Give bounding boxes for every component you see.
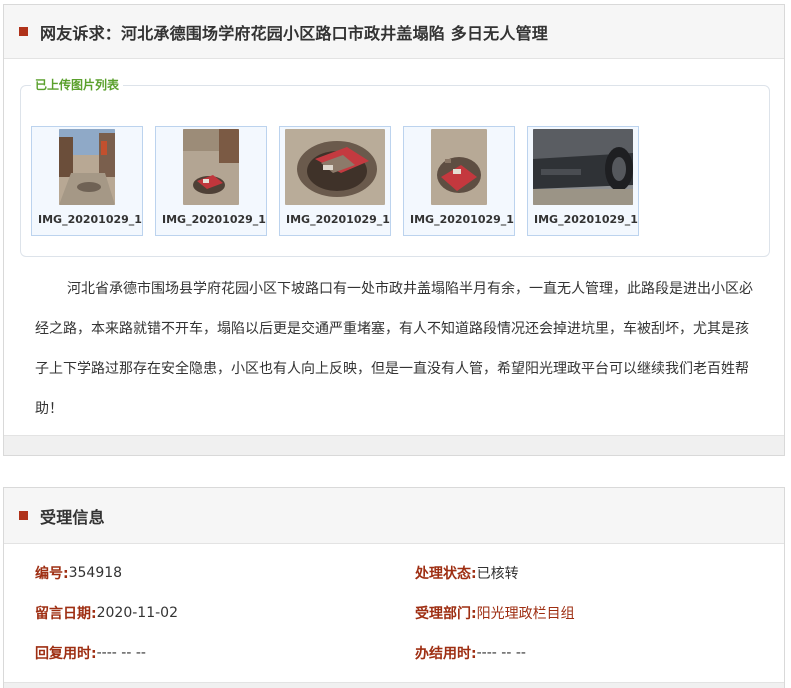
info-row: 编号: 354918 处理状态: 已核转 <box>4 553 786 593</box>
info-row: 回复用时: ---- -- -- 办结用时: ---- -- -- <box>4 633 786 673</box>
image-thumbnail-label: IMG_20201029_1 <box>162 213 266 226</box>
complaint-panel-footer <box>4 435 784 455</box>
finish-time-value: ---- -- -- <box>476 645 526 661</box>
image-thumbnail[interactable]: IMG_20201029_1 <box>155 126 267 236</box>
complaint-panel: 网友诉求：河北承德围场学府花园小区路口市政井盖塌陷 多日无人管理 已上传图片列表 <box>3 4 785 456</box>
image-thumbnail-list: IMG_20201029_1 IMG_20201029_1 IMG_202010… <box>31 126 651 236</box>
status-value: 已核转 <box>476 566 519 582</box>
header-square-icon <box>19 511 28 520</box>
image-thumbnail-label: IMG_20201029_1 <box>38 213 142 226</box>
image-thumbnail-label: IMG_20201029_1 <box>534 213 638 226</box>
street-photo-image[interactable] <box>59 129 115 205</box>
finish-time-field: 办结用时: ---- -- -- <box>415 633 526 673</box>
uploaded-images-box: 已上传图片列表 IMG_20201029_1 IMG_20201029_1 IM… <box>20 77 770 257</box>
dept-link[interactable]: 阳光理政栏目组 <box>477 603 575 623</box>
image-thumbnail[interactable]: IMG_20201029_1 <box>31 126 143 236</box>
status-label: 处理状态: <box>415 566 477 582</box>
reply-time-field: 回复用时: ---- -- -- <box>35 633 146 673</box>
number-field: 编号: 354918 <box>35 553 122 593</box>
status-field: 处理状态: 已核转 <box>415 553 519 593</box>
dept-field: 受理部门: 阳光理政栏目组 <box>415 593 575 633</box>
finish-time-label: 办结用时: <box>415 646 477 662</box>
info-row: 留言日期: 2020-11-02 受理部门: 阳光理政栏目组 <box>4 593 786 633</box>
header-square-icon <box>19 27 28 36</box>
number-label: 编号: <box>35 566 69 582</box>
image-thumbnail-label: IMG_20201029_1 <box>286 213 390 226</box>
reply-time-value: ---- -- -- <box>96 645 146 661</box>
acceptance-panel: 受理信息 编号: 354918 处理状态: 已核转 留言日期: 2020-11-… <box>3 487 785 688</box>
acceptance-title: 受理信息 <box>40 507 105 527</box>
complaint-header: 网友诉求：河北承德围场学府花园小区路口市政井盖塌陷 多日无人管理 <box>4 5 784 59</box>
damaged-car-photo-image[interactable] <box>533 129 633 205</box>
reply-time-label: 回复用时: <box>35 646 97 662</box>
image-thumbnail-label: IMG_20201029_1 <box>410 213 514 226</box>
collapsed-manhole-photo-image[interactable] <box>285 129 385 205</box>
pothole-photo-image[interactable] <box>183 129 239 205</box>
complaint-title: 网友诉求：河北承德围场学府花园小区路口市政井盖塌陷 多日无人管理 <box>40 23 548 43</box>
date-label: 留言日期: <box>35 606 97 622</box>
image-thumbnail[interactable]: IMG_20201029_1 <box>527 126 639 236</box>
manhole-closeup-photo-image[interactable] <box>431 129 487 205</box>
uploaded-images-legend: 已上传图片列表 <box>31 77 124 93</box>
date-field: 留言日期: 2020-11-02 <box>35 593 178 633</box>
acceptance-header: 受理信息 <box>4 488 784 544</box>
dept-label: 受理部门: <box>415 606 477 622</box>
image-thumbnail[interactable]: IMG_20201029_1 <box>403 126 515 236</box>
acceptance-panel-footer <box>4 682 784 688</box>
image-thumbnail[interactable]: IMG_20201029_1 <box>279 126 391 236</box>
date-value: 2020-11-02 <box>96 605 178 621</box>
number-value: 354918 <box>68 565 123 581</box>
complaint-content: 河北省承德市围场县学府花园小区下坡路口有一处市政井盖塌陷半月有余，一直无人管理，… <box>35 281 753 417</box>
